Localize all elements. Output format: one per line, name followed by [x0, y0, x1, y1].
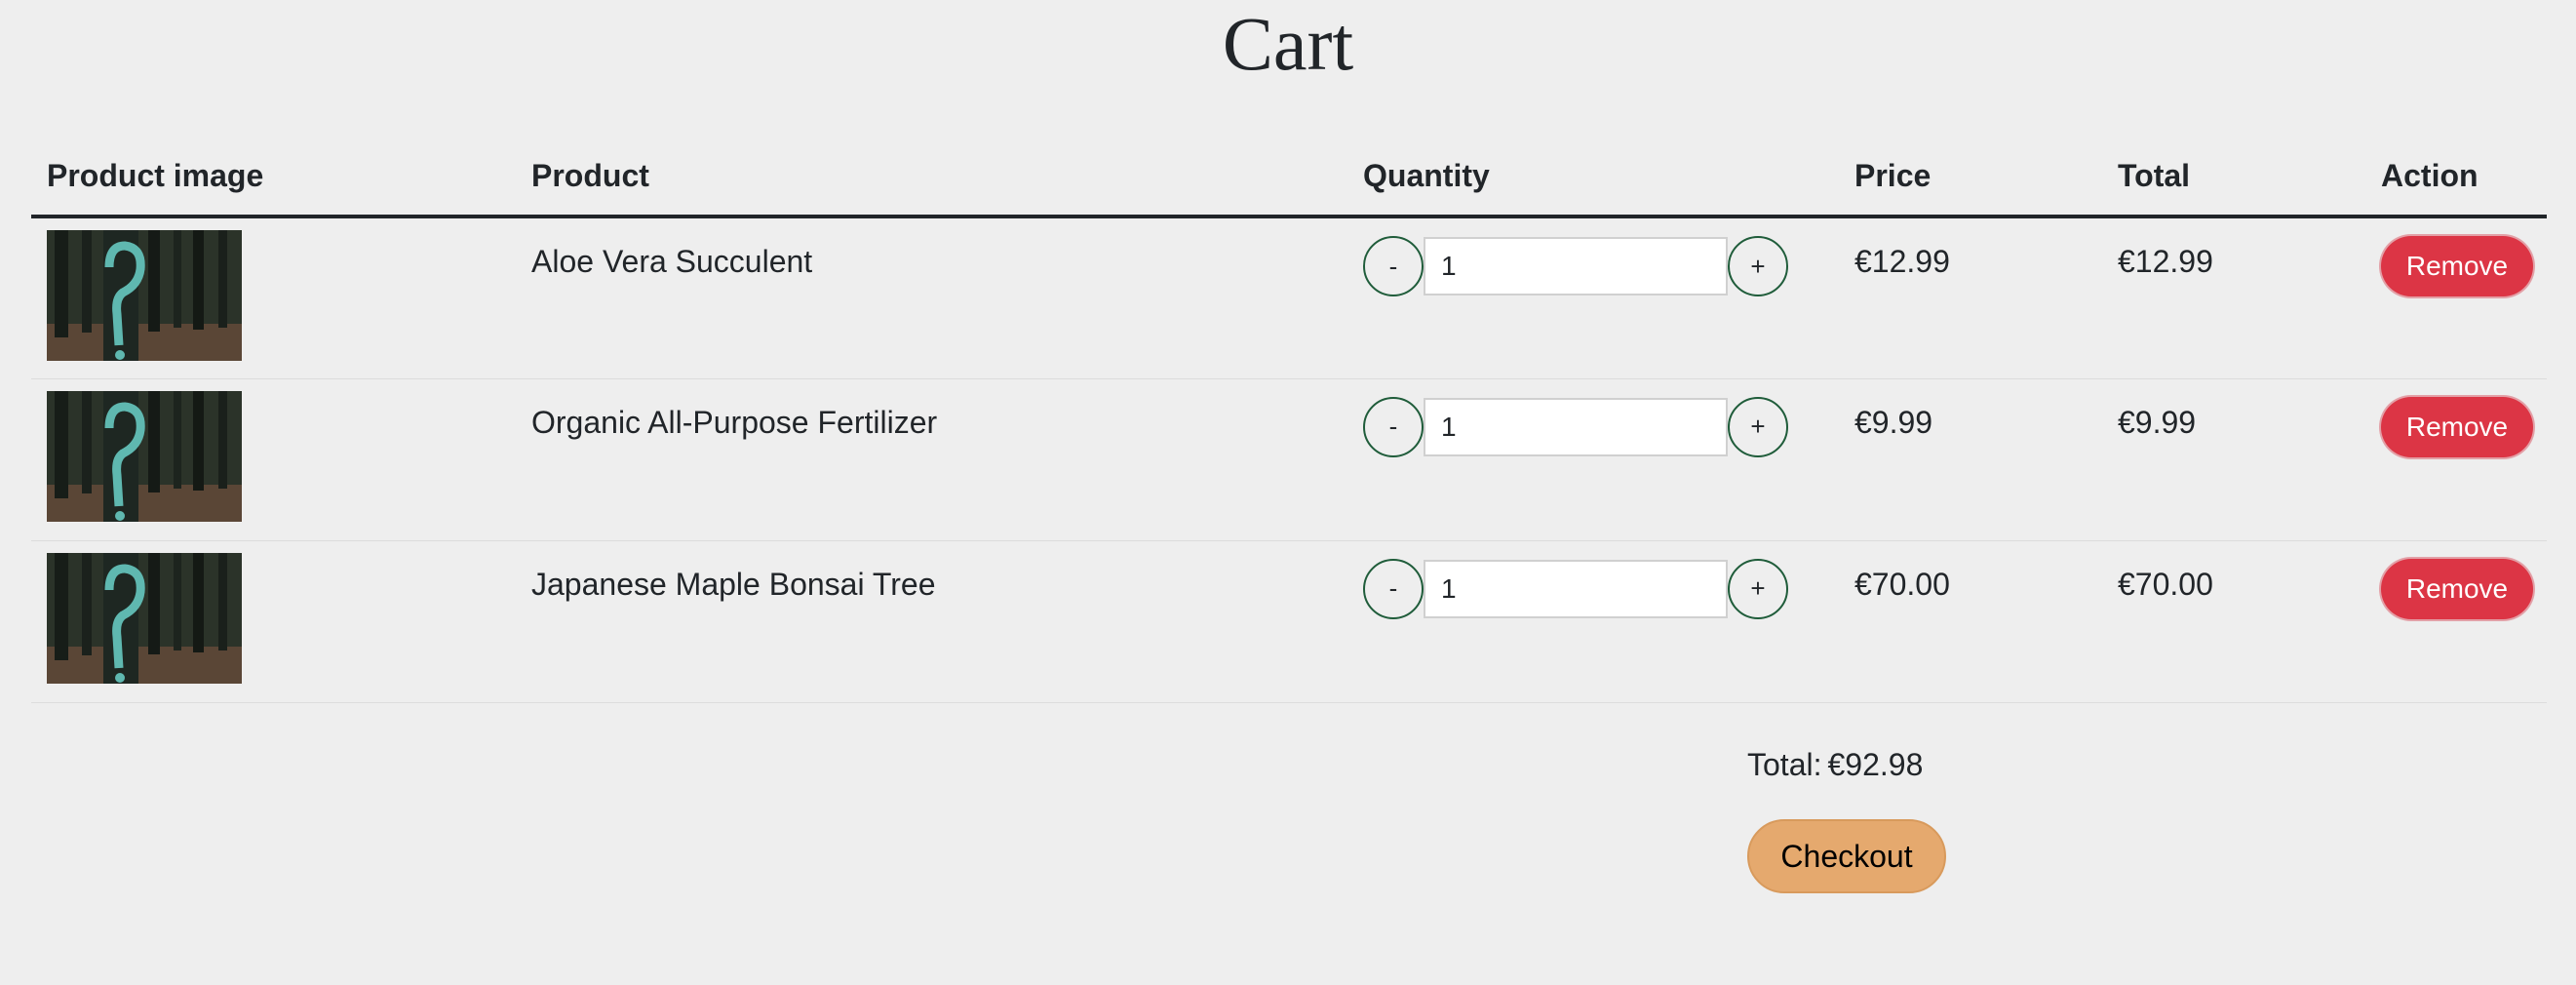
- header-product-image: Product image: [31, 137, 516, 218]
- increase-quantity-button[interactable]: +: [1728, 396, 1788, 457]
- product-name: Aloe Vera Succulent: [531, 244, 813, 279]
- product-price: €9.99: [1854, 404, 1933, 440]
- increase-quantity-button[interactable]: +: [1728, 236, 1788, 296]
- table-row: Aloe Vera Succulent - + €12.99 €12.99 Re…: [31, 217, 2547, 379]
- decrease-quantity-button[interactable]: -: [1363, 396, 1424, 457]
- checkout-button[interactable]: Checkout: [1747, 819, 1946, 893]
- product-name: Organic All-Purpose Fertilizer: [531, 404, 938, 440]
- product-price: €12.99: [1854, 244, 1950, 279]
- row-total: €70.00: [2118, 566, 2213, 602]
- cart-summary: Total: €92.98 Checkout: [1747, 741, 1946, 893]
- remove-button[interactable]: Remove: [2381, 236, 2533, 296]
- table-row: Organic All-Purpose Fertilizer - + €9.99…: [31, 378, 2547, 541]
- header-product: Product: [516, 137, 1347, 218]
- increase-quantity-button[interactable]: +: [1728, 558, 1788, 619]
- decrease-quantity-button[interactable]: -: [1363, 236, 1424, 296]
- cart-total-value: €92.98: [1827, 746, 1924, 782]
- header-price: Price: [1839, 137, 2102, 218]
- product-image: [47, 552, 242, 684]
- header-total: Total: [2102, 137, 2365, 218]
- product-image: [47, 230, 242, 361]
- row-total: €9.99: [2118, 404, 2197, 440]
- row-total: €12.99: [2118, 244, 2213, 279]
- quantity-stepper: - +: [1363, 396, 1823, 457]
- quantity-input[interactable]: [1424, 397, 1728, 456]
- quantity-stepper: - +: [1363, 236, 1823, 296]
- product-price: €70.00: [1854, 566, 1950, 602]
- product-image: [47, 390, 242, 522]
- cart-total: Total: €92.98: [1747, 741, 1946, 788]
- quantity-input[interactable]: [1424, 559, 1728, 618]
- cart-table: Product image Product Quantity Price Tot…: [31, 137, 2547, 703]
- cart-total-label: Total:: [1747, 746, 1822, 782]
- quantity-input[interactable]: [1424, 237, 1728, 296]
- page-title: Cart: [1222, 1, 1354, 86]
- decrease-quantity-button[interactable]: -: [1363, 558, 1424, 619]
- product-name: Japanese Maple Bonsai Tree: [531, 566, 936, 602]
- header-quantity: Quantity: [1347, 137, 1839, 218]
- remove-button[interactable]: Remove: [2381, 396, 2533, 457]
- table-row: Japanese Maple Bonsai Tree - + €70.00 €7…: [31, 540, 2547, 703]
- remove-button[interactable]: Remove: [2381, 558, 2533, 619]
- quantity-stepper: - +: [1363, 558, 1823, 619]
- table-header-row: Product image Product Quantity Price Tot…: [31, 137, 2547, 218]
- header-action: Action: [2365, 137, 2547, 218]
